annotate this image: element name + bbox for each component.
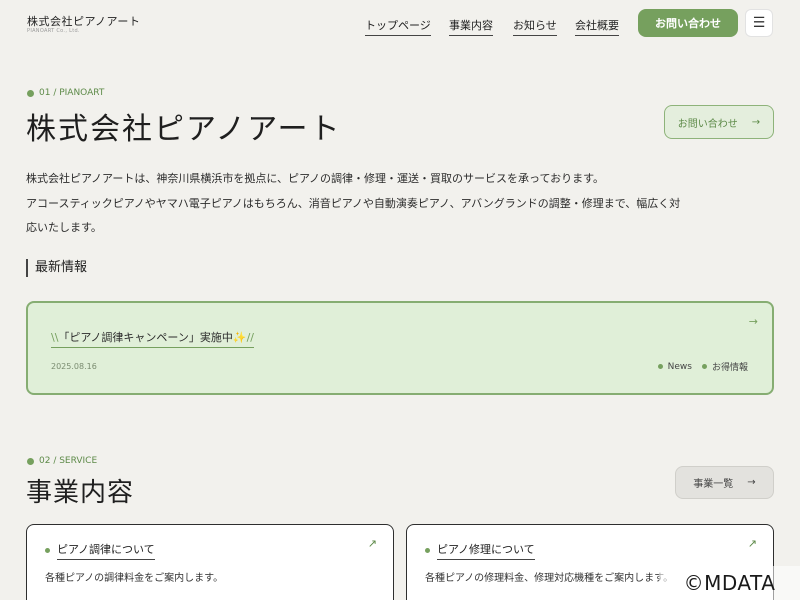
nav-news[interactable]: お知らせ: [513, 17, 557, 36]
arrow-up-right-icon: ↗: [367, 537, 377, 550]
service-card-tuning[interactable]: ピアノ調律について 各種ピアノの調律料金をご案内します。 ↗: [26, 524, 394, 600]
tag-label: お得情報: [711, 363, 748, 373]
hero-contact-label: お問い合わせ: [677, 118, 738, 130]
section-label-text: 02 / SERVICE: [39, 456, 98, 466]
service-list-button[interactable]: 事業一覧 →: [675, 466, 774, 499]
logo-main[interactable]: 株式会社ピアノアート: [27, 13, 140, 29]
bullet-dot-icon: [425, 548, 430, 553]
card-title-text: ピアノ調律について: [57, 541, 155, 560]
arrow-right-icon: →: [748, 315, 758, 328]
card-title: ピアノ修理について: [425, 541, 535, 560]
card-description: 各種ピアノの調律料金をご案内します。: [45, 573, 224, 584]
card-title-text: ピアノ修理について: [437, 541, 535, 560]
bullet-dot-icon: [45, 548, 50, 553]
news-tags: News お得情報: [657, 360, 748, 373]
nav-company[interactable]: 会社概要: [575, 17, 619, 36]
news-title[interactable]: \\「ピアノ調律キャンペーン」実施中✨//: [51, 329, 255, 348]
section-label-text: 01 / PIANOART: [39, 88, 105, 98]
news-heading: 最新情報: [26, 259, 87, 277]
card-description: 各種ピアノの修理料金、修理対応機種をご案内します。: [425, 573, 674, 584]
news-title-text: 「ピアノ調律キャンペーン」実施中: [58, 331, 233, 344]
tag-dot-icon: [701, 364, 707, 369]
intro-line: 株式会社ピアノアートは、神奈川県横浜市を拠点に、ピアノの調律・修理・運送・買取の…: [26, 172, 605, 185]
arrow-right-icon: →: [751, 116, 761, 128]
section-label-pianoart: 01 / PIANOART: [27, 88, 104, 98]
header-contact-button[interactable]: お問い合わせ: [638, 9, 738, 37]
news-date: 2025.08.16: [51, 362, 97, 371]
intro-line: 応いたします。: [26, 221, 102, 234]
service-title: 事業内容: [26, 478, 135, 508]
page-title: 株式会社ピアノアート: [26, 112, 342, 147]
watermark: ©MDATA: [659, 566, 800, 600]
service-list-label: 事業一覧: [693, 479, 734, 490]
bullet-dot-icon: [27, 89, 34, 97]
logo-sub: PIANOART Co., Ltd.: [27, 28, 80, 34]
site-header: 株式会社ピアノアート PIANOART Co., Ltd. トップページ 事業内…: [0, 0, 800, 46]
card-title: ピアノ調律について: [45, 541, 155, 560]
bullet-dot-icon: [27, 457, 34, 465]
news-card[interactable]: \\「ピアノ調律キャンペーン」実施中✨// 2025.08.16 → News …: [26, 301, 774, 395]
tag-label: News: [667, 361, 692, 372]
news-tag[interactable]: News: [657, 360, 692, 373]
news-suffix: //: [246, 331, 255, 344]
arrow-right-icon: →: [747, 477, 756, 488]
tag-dot-icon: [657, 364, 663, 369]
nav-business[interactable]: 事業内容: [449, 17, 493, 36]
sparkle-icon: ✨: [232, 331, 247, 344]
hamburger-menu-icon[interactable]: ☰: [745, 9, 773, 37]
nav-top[interactable]: トップページ: [365, 17, 431, 36]
intro-text: 株式会社ピアノアートは、神奈川県横浜市を拠点に、ピアノの調律・修理・運送・買取の…: [26, 167, 774, 241]
news-tag[interactable]: お得情報: [701, 360, 748, 373]
intro-line: アコースティックピアノやヤマハ電子ピアノはもちろん、消音ピアノや自動演奏ピアノ、…: [26, 196, 681, 210]
section-label-service: 02 / SERVICE: [27, 456, 97, 466]
arrow-up-right-icon: ↗: [747, 537, 757, 550]
hero-contact-button[interactable]: お問い合わせ →: [664, 105, 774, 139]
